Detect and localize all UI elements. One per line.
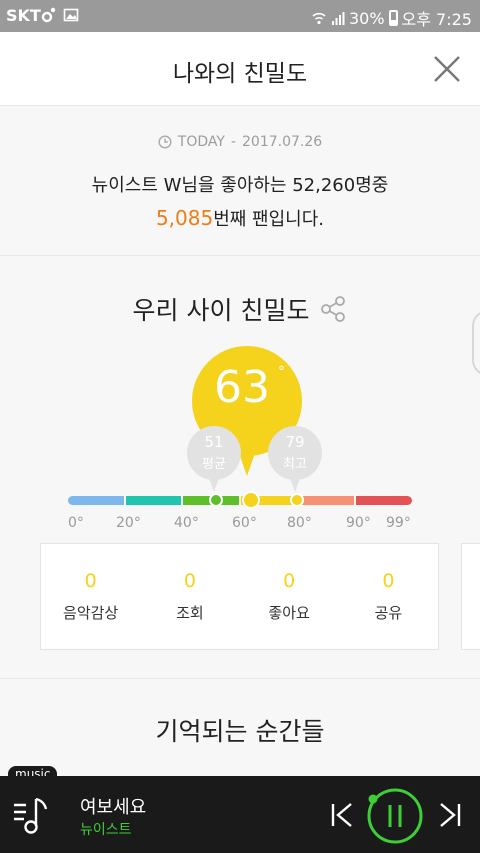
scale-tick-label: 20° (116, 515, 141, 531)
best-value: 79 (285, 433, 305, 451)
stat-value: 0 (183, 570, 196, 592)
activity-stats-card[interactable]: 0 음악감상 0 조회 0 좋아요 0 공유 (40, 543, 439, 650)
mini-player[interactable]: 여보세요 뉴이스트 (0, 776, 480, 853)
score-marker (241, 491, 260, 509)
battery-icon (388, 10, 398, 26)
average-label: 평균 (202, 457, 226, 472)
stat-value: 0 (382, 570, 395, 592)
music-notification-icon (41, 7, 56, 23)
best-label: 최고 (283, 457, 307, 472)
status-bar: SKT 30% 오후 7:25 (0, 0, 480, 32)
today-label: TODAY (177, 134, 225, 150)
clock-icon (158, 135, 172, 149)
scale-segment-5 (356, 496, 413, 505)
wifi-icon (312, 12, 326, 25)
stat-item: 0 공유 (339, 544, 438, 649)
stat-value: 0 (283, 570, 296, 592)
stat-value: 0 (84, 570, 97, 592)
degree-symbol: ° (278, 364, 285, 380)
stat-item: 0 음악감상 (41, 544, 140, 649)
average-bubble: 51 평균 (187, 426, 241, 492)
scale-tick-label: 60° (232, 515, 257, 531)
stat-label: 조회 (176, 604, 204, 622)
today-section: TODAY - 2017.07.26 뉴이스트 W님을 좋아하는 52,260명… (0, 106, 480, 256)
stat-item: 0 조회 (140, 544, 239, 649)
fan-rank-line: 5,085번째 팬입니다. (0, 202, 480, 236)
best-marker (290, 493, 305, 507)
close-icon[interactable] (432, 54, 462, 84)
stat-item: 0 좋아요 (240, 544, 339, 649)
intimacy-title: 우리 사이 친밀도 (132, 296, 310, 325)
fan-rank-number: 5,085 (155, 206, 214, 230)
average-value: 51 (204, 433, 224, 451)
today-date-line: TODAY - 2017.07.26 (0, 134, 480, 150)
today-separator: - (230, 134, 237, 150)
fan-rank-message: 뉴이스트 W님을 좋아하는 52,260명중 5,085번째 팬입니다. (0, 170, 480, 236)
scale-tick-label: 99° (386, 515, 411, 531)
scale-tick-label: 40° (174, 515, 199, 531)
clock: 오후 7:25 (401, 10, 472, 29)
signal-icon (331, 12, 345, 25)
previous-track-icon[interactable] (330, 802, 354, 828)
share-icon[interactable] (319, 295, 347, 323)
now-playing-title[interactable]: 여보세요 (80, 793, 146, 819)
scale-tick-label: 0° (68, 515, 84, 531)
carrier-label: SKT (6, 6, 41, 25)
intimacy-scale-bar (68, 496, 413, 505)
playlist-icon[interactable] (12, 793, 52, 837)
average-marker (208, 493, 223, 507)
stat-label: 공유 (374, 604, 403, 622)
stat-label: 좋아요 (268, 604, 310, 622)
battery-percent: 30% (348, 8, 385, 28)
next-card-peek[interactable] (461, 543, 480, 650)
memories-section: 기억되는 순간들 (0, 680, 480, 776)
gallery-notification-icon (63, 8, 79, 22)
now-playing-artist[interactable]: 뉴이스트 (80, 819, 132, 839)
edge-panel-handle[interactable] (472, 310, 480, 376)
scale-segment-1 (125, 496, 182, 505)
scale-tick-label: 80° (287, 515, 312, 531)
today-date: 2017.07.26 (242, 134, 323, 150)
fan-rank-suffix: 번째 팬입니다. (213, 209, 325, 230)
scale-segment-4 (298, 496, 355, 505)
memories-title: 기억되는 순간들 (155, 717, 325, 746)
intimacy-heading: 우리 사이 친밀도 (0, 291, 480, 327)
stat-label: 음악감상 (63, 604, 119, 622)
header: 나와의 친밀도 (0, 32, 480, 106)
page-title: 나와의 친밀도 (172, 61, 308, 87)
pause-button[interactable] (366, 787, 424, 845)
scale-tick-label: 90° (346, 515, 371, 531)
best-bubble: 79 최고 (268, 426, 322, 492)
status-right: 30% 오후 7:25 (311, 6, 472, 30)
fan-count-text: 뉴이스트 W님을 좋아하는 52,260명중 (91, 175, 389, 196)
next-track-icon[interactable] (438, 802, 462, 828)
intimacy-section: 우리 사이 친밀도 63 ° 51 평균 79 최고 0° 20° 40° 60° 80… (0, 257, 480, 679)
scale-ticks: 0° 20° 40° 60° 80° 90° 99° (0, 515, 480, 535)
intimacy-score: 63 (214, 362, 270, 413)
scale-segment-0 (68, 496, 124, 505)
